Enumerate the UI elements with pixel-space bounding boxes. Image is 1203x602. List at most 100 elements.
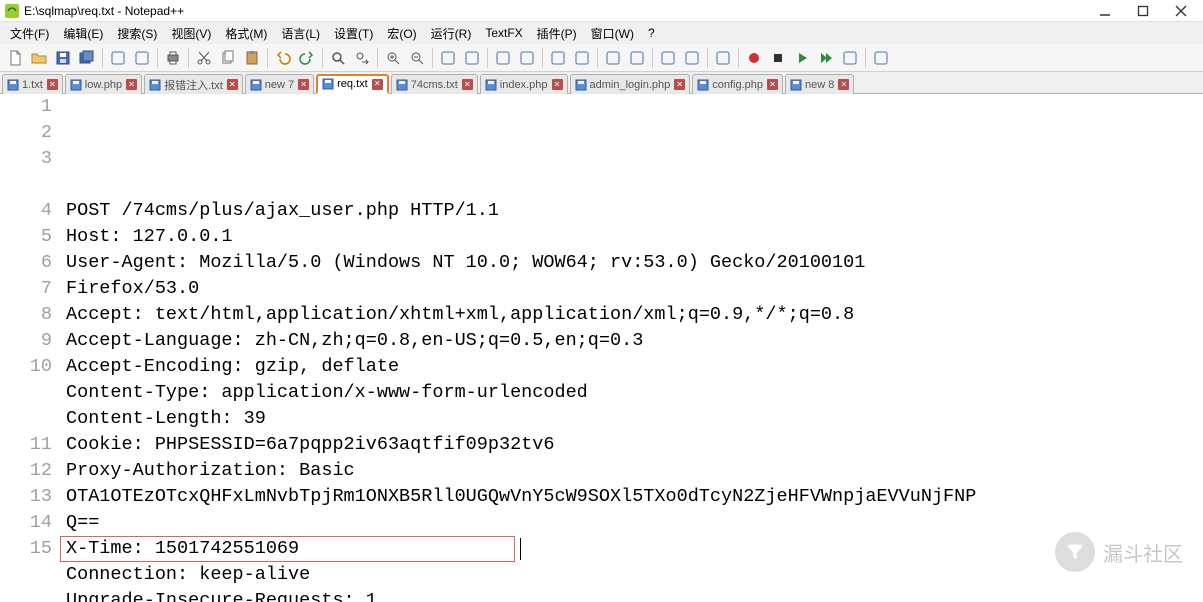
save-macro-icon[interactable] [839, 47, 861, 69]
tab-close-icon[interactable]: ✕ [372, 79, 383, 90]
tab-admin-login-php[interactable]: admin_login.php✕ [570, 74, 691, 94]
tab--txt[interactable]: 报错注入.txt ✕ [144, 74, 243, 94]
code-line[interactable]: Content-Type: application/x-www-form-url… [66, 380, 1203, 406]
code-line[interactable]: Host: 127.0.0.1 [66, 224, 1203, 250]
menu-item-3[interactable]: 视图(V) [165, 23, 217, 44]
tab-close-icon[interactable]: ✕ [298, 79, 309, 90]
play-multi-icon[interactable] [815, 47, 837, 69]
save-icon[interactable] [52, 47, 74, 69]
tab-label: 报错注入.txt [164, 77, 223, 93]
tab-close-icon[interactable]: ✕ [674, 79, 685, 90]
doc-map-icon[interactable] [681, 47, 703, 69]
replace-icon[interactable] [351, 47, 373, 69]
maximize-button[interactable] [1133, 2, 1153, 20]
menu-item-2[interactable]: 搜索(S) [111, 23, 163, 44]
menu-item-8[interactable]: 运行(R) [425, 23, 478, 44]
code-line[interactable]: OTA1OTEzOTcxQHFxLmNvbTpjRm1ONXB5Rll0UGQw… [66, 484, 1203, 510]
code-line[interactable]: Accept-Language: zh-CN,zh;q=0.8,en-US;q=… [66, 328, 1203, 354]
lang-icon[interactable] [571, 47, 593, 69]
play-icon[interactable] [791, 47, 813, 69]
tab-label: req.txt [337, 78, 368, 90]
open-file-icon[interactable] [28, 47, 50, 69]
print-icon[interactable] [162, 47, 184, 69]
file-icon [396, 79, 408, 91]
sync-v-icon[interactable] [437, 47, 459, 69]
menu-item-10[interactable]: 插件(P) [531, 23, 583, 44]
show-all-icon[interactable] [516, 47, 538, 69]
close-icon[interactable] [107, 47, 129, 69]
code-line[interactable]: Content-Length: 39 [66, 406, 1203, 432]
wrap-icon[interactable] [492, 47, 514, 69]
tab-label: new 7 [265, 79, 294, 91]
paste-icon[interactable] [241, 47, 263, 69]
tab-close-icon[interactable]: ✕ [552, 79, 563, 90]
redo-icon[interactable] [296, 47, 318, 69]
menu-item-1[interactable]: 编辑(E) [57, 23, 109, 44]
tab-label: 74cms.txt [411, 79, 458, 91]
menu-item-6[interactable]: 设置(T) [328, 23, 379, 44]
tab-close-icon[interactable]: ✕ [47, 79, 58, 90]
menu-item-9[interactable]: TextFX [479, 24, 528, 42]
code-line[interactable]: Proxy-Authorization: Basic [66, 458, 1203, 484]
find-icon[interactable] [327, 47, 349, 69]
code-line[interactable]: Upgrade-Insecure-Requests: 1 [66, 588, 1203, 602]
monitor-icon[interactable] [712, 47, 734, 69]
toolbar-separator [865, 48, 866, 68]
window-controls [1095, 2, 1199, 20]
zoom-in-icon[interactable] [382, 47, 404, 69]
sync-h-icon[interactable] [461, 47, 483, 69]
copy-icon[interactable] [217, 47, 239, 69]
menu-item-11[interactable]: 窗口(W) [585, 23, 640, 44]
save-all-icon[interactable] [76, 47, 98, 69]
indent-guide-icon[interactable] [547, 47, 569, 69]
toolbar-separator [487, 48, 488, 68]
code-line[interactable]: Cookie: PHPSESSID=6a7pqpp2iv63aqtfif09p3… [66, 432, 1203, 458]
close-button[interactable] [1171, 2, 1191, 20]
menu-item-5[interactable]: 语言(L) [275, 23, 326, 44]
uncomment-icon[interactable] [626, 47, 648, 69]
code-line[interactable]: Connection: keep-alive [66, 562, 1203, 588]
close-all-icon[interactable] [131, 47, 153, 69]
dir-ltr-icon[interactable] [870, 47, 892, 69]
file-icon [250, 79, 262, 91]
new-file-icon[interactable] [4, 47, 26, 69]
minimize-button[interactable] [1095, 2, 1115, 20]
tab-label: low.php [85, 79, 122, 91]
code-line[interactable]: User-Agent: Mozilla/5.0 (Windows NT 10.0… [66, 250, 1203, 276]
tab-close-icon[interactable]: ✕ [838, 79, 849, 90]
tab-74cms-txt[interactable]: 74cms.txt ✕ [391, 74, 478, 94]
code-line[interactable]: Accept: text/html,application/xhtml+xml,… [66, 302, 1203, 328]
tab-close-icon[interactable]: ✕ [126, 79, 137, 90]
code-line[interactable]: Firefox/53.0 [66, 276, 1203, 302]
code-line[interactable]: Accept-Encoding: gzip, deflate [66, 354, 1203, 380]
menu-item-0[interactable]: 文件(F) [4, 23, 55, 44]
zoom-out-icon[interactable] [406, 47, 428, 69]
cut-icon[interactable] [193, 47, 215, 69]
stop-icon[interactable] [767, 47, 789, 69]
record-icon[interactable] [743, 47, 765, 69]
tab-req-txt[interactable]: req.txt ✕ [316, 74, 389, 94]
toolbar-separator [322, 48, 323, 68]
func-list-icon[interactable] [657, 47, 679, 69]
tab-index-php[interactable]: index.php✕ [480, 74, 568, 94]
file-icon [485, 79, 497, 91]
comment-icon[interactable] [602, 47, 624, 69]
tab-close-icon[interactable]: ✕ [767, 79, 778, 90]
tab-low-php[interactable]: low.php ✕ [65, 74, 142, 94]
code-area[interactable]: POST /74cms/plus/ajax_user.php HTTP/1.1H… [60, 94, 1203, 602]
tab-close-icon[interactable]: ✕ [227, 79, 238, 90]
menu-item-4[interactable]: 格式(M) [219, 23, 273, 44]
tab-new-8[interactable]: new 8✕ [785, 74, 854, 94]
tab-new-7[interactable]: new 7 ✕ [245, 74, 314, 94]
tab-config-php[interactable]: config.php✕ [692, 74, 783, 94]
line-number: 13 [0, 484, 52, 510]
code-line[interactable]: Q== [66, 510, 1203, 536]
menu-item-7[interactable]: 宏(O) [381, 23, 422, 44]
code-line[interactable]: POST /74cms/plus/ajax_user.php HTTP/1.1 [66, 198, 1203, 224]
tab-close-icon[interactable]: ✕ [462, 79, 473, 90]
menu-item-12[interactable]: ? [642, 24, 661, 42]
undo-icon[interactable] [272, 47, 294, 69]
tab-1-txt[interactable]: 1.txt✕ [2, 74, 63, 94]
code-line[interactable]: X-Time: 1501742551069 [66, 536, 1203, 562]
editor[interactable]: 123456789101112131415 POST /74cms/plus/a… [0, 94, 1203, 602]
